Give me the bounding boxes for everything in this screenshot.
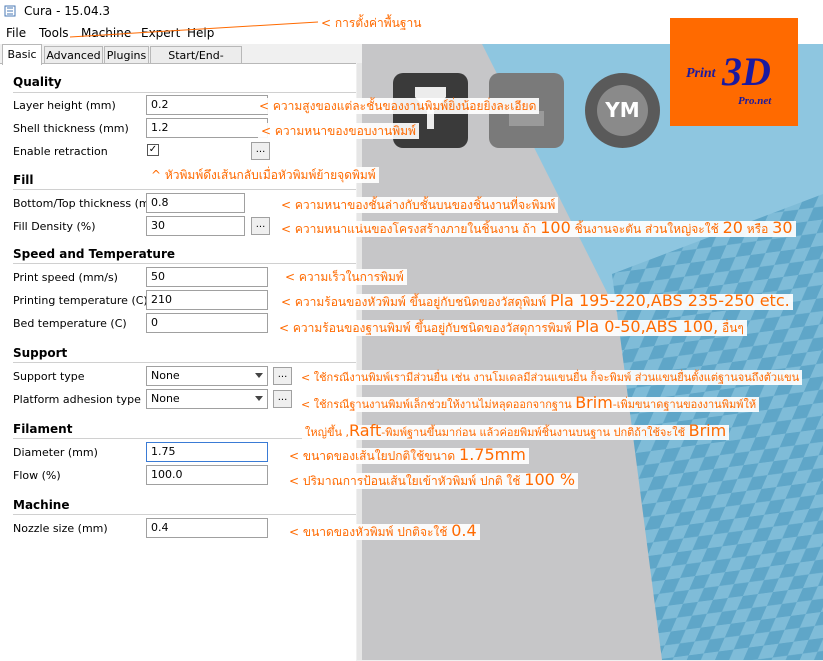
annotation-layer-height: < ความสูงของแต่ละชั้นของงานพิมพ์ยิ่งน้อย… xyxy=(256,97,540,116)
annotation-retraction: ^ หัวพิมพ์ดึงเส้นกลับเมื่อหัวพิมพ์ย้ายจุ… xyxy=(148,166,379,185)
annotation-bed-temp: < ความร้อนของฐานพิมพ์ ขึ้นอยู่กับชนิดของ… xyxy=(276,317,747,338)
annotation-nozzle-size: < ขนาดของหัวพิมพ์ ปกติจะใช้ 0.4 xyxy=(286,521,480,542)
annotation-fill-density: < ความหนาแน่นของโครงสร้างภายในชิ้นงาน ถ้… xyxy=(278,218,796,239)
annotation-printing-temp: < ความร้อนของหัวพิมพ์ ขึ้นอยู่กับชนิดของ… xyxy=(278,291,793,312)
annotation-diameter: < ขนาดของเส้นใยปกติใช้ขนาด 1.75mm xyxy=(286,445,529,466)
tab-basic[interactable]: Basic xyxy=(2,44,42,65)
annotation-shell-thickness: < ความหนาของขอบงานพิมพ์ xyxy=(258,122,419,141)
annotation-platform-adhesion: < ใช้กรณีฐานงานพิมพ์เล็กช่วยให้งานไม่หลุ… xyxy=(298,390,760,446)
annotation-flow: < ปริมาณการป้อนเส้นใยเข้าหัวพิมพ์ ปกติ ใ… xyxy=(286,470,579,491)
annotation-print-speed: < ความเร็วในการพิมพ์ xyxy=(282,268,407,287)
annotation-bottom-top: < ความหนาของชั้นล่างกับชั้นบนของชิ้นงานท… xyxy=(278,196,559,215)
annotation-support-type: < ใช้กรณีงานพิมพ์เรามีส่วนยื่น เช่น งานโ… xyxy=(298,368,803,386)
